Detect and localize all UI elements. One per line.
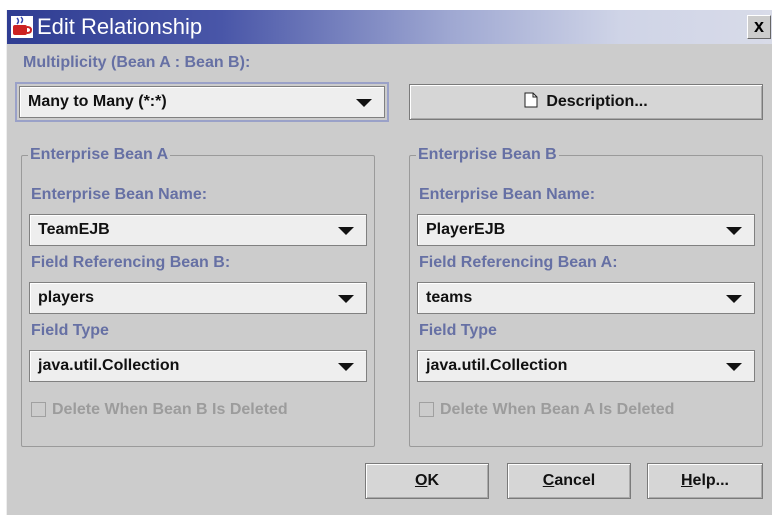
- edit-relationship-dialog: Edit Relationship x Multiplicity (Bean A…: [6, 10, 772, 515]
- bean-a-name-select[interactable]: TeamEJB: [29, 214, 367, 246]
- bean-a-legend: Enterprise Bean A: [28, 146, 171, 164]
- chevron-down-icon: [726, 227, 742, 235]
- bean-a-field-value: players: [38, 289, 95, 306]
- bean-a-name-label: Enterprise Bean Name:: [31, 186, 208, 203]
- chevron-down-icon: [338, 363, 354, 371]
- description-label: Description...: [546, 93, 648, 110]
- bean-b-field-select[interactable]: teams: [417, 282, 755, 314]
- help-mnemonic: H: [680, 472, 693, 489]
- java-coffee-cup-icon: [11, 16, 33, 38]
- ok-mnemonic: O: [414, 472, 428, 489]
- close-icon: x: [753, 16, 764, 36]
- bean-a-type-label: Field Type: [31, 322, 109, 339]
- bean-b-name-select[interactable]: PlayerEJB: [417, 214, 755, 246]
- close-button[interactable]: x: [747, 15, 771, 39]
- chevron-down-icon: [726, 295, 742, 303]
- bean-a-name-value: TeamEJB: [38, 221, 110, 238]
- multiplicity-value: Many to Many (*:*): [28, 93, 167, 110]
- checkbox-icon: [419, 402, 434, 417]
- description-button[interactable]: Description...: [409, 84, 763, 120]
- bean-b-field-value: teams: [426, 289, 473, 306]
- document-icon: [524, 92, 538, 108]
- bean-a-delete-checkbox[interactable]: Delete When Bean B Is Deleted: [31, 401, 288, 419]
- bean-a-field-label: Field Referencing Bean B:: [31, 254, 231, 271]
- chevron-down-icon: [338, 295, 354, 303]
- bean-b-delete-checkbox[interactable]: Delete When Bean A Is Deleted: [419, 401, 674, 419]
- chevron-down-icon: [726, 363, 742, 371]
- bean-a-field-select[interactable]: players: [29, 282, 367, 314]
- checkbox-icon: [31, 402, 46, 417]
- bean-a-delete-label: Delete When Bean B Is Deleted: [52, 401, 288, 418]
- ok-button[interactable]: OK: [365, 463, 489, 499]
- bean-b-delete-label: Delete When Bean A Is Deleted: [440, 401, 675, 418]
- bean-a-type-select[interactable]: java.util.Collection: [29, 350, 367, 382]
- bean-a-type-value: java.util.Collection: [38, 357, 180, 374]
- window-title: Edit Relationship: [37, 14, 203, 39]
- bean-b-field-label: Field Referencing Bean A:: [419, 254, 618, 271]
- help-button[interactable]: Help...: [647, 463, 763, 499]
- bean-b-type-select[interactable]: java.util.Collection: [417, 350, 755, 382]
- bean-b-legend: Enterprise Bean B: [416, 146, 559, 164]
- bean-b-type-label: Field Type: [419, 322, 497, 339]
- multiplicity-label: Multiplicity (Bean A : Bean B):: [23, 54, 251, 71]
- help-label-rest: elp...: [692, 472, 729, 489]
- chevron-down-icon: [338, 227, 354, 235]
- cancel-mnemonic: C: [542, 472, 555, 489]
- cancel-label-rest: ancel: [554, 472, 596, 489]
- bean-b-type-value: java.util.Collection: [426, 357, 568, 374]
- multiplicity-select[interactable]: Many to Many (*:*): [15, 82, 389, 122]
- bean-b-name-value: PlayerEJB: [426, 221, 506, 238]
- bean-b-name-label: Enterprise Bean Name:: [419, 186, 596, 203]
- cancel-button[interactable]: Cancel: [507, 463, 631, 499]
- ok-label-rest: K: [427, 472, 439, 489]
- chevron-down-icon: [356, 99, 372, 107]
- title-bar[interactable]: Edit Relationship x: [7, 10, 772, 44]
